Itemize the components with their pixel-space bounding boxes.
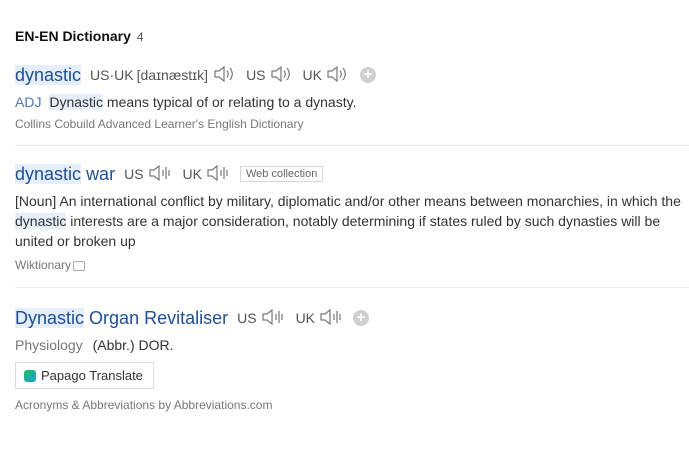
- papago-logo-icon: [24, 369, 36, 382]
- definition: ADJ Dynastic means typical of or relatin…: [15, 92, 689, 112]
- uk-label: UK: [302, 67, 322, 83]
- section-title: EN-EN Dictionary 4: [15, 28, 689, 44]
- headword-row: dynastic war US UK Web collection: [15, 162, 689, 186]
- source-abbreviations[interactable]: Acronyms & Abbreviations by Abbreviation…: [15, 398, 689, 412]
- speaker-icon[interactable]: [326, 65, 350, 86]
- section-title-text: EN-EN Dictionary: [15, 28, 131, 44]
- add-wordbook-plus-icon[interactable]: +: [353, 310, 370, 326]
- result-count: 4: [136, 30, 144, 44]
- web-collection-tag: Web collection: [239, 166, 324, 182]
- definition-word: Dynastic: [49, 94, 104, 110]
- phonetic: [daɪnæstɪk]: [136, 67, 209, 83]
- field-label: Physiology: [15, 337, 83, 353]
- pronunciation-uk: UK: [183, 164, 232, 185]
- headword-link[interactable]: dynastic: [15, 64, 82, 86]
- pronunciation-us: US: [237, 308, 286, 329]
- entry-dynastic-organ-revitaliser: Dynastic Organ Revitaliser US UK + Physi…: [15, 306, 689, 412]
- pron-both-label: US·UK: [90, 67, 134, 83]
- us-label: US: [246, 67, 266, 83]
- headword-link[interactable]: dynastic war: [15, 163, 115, 185]
- pronunciation-uk: UK: [303, 65, 350, 86]
- speaker-icon[interactable]: [261, 308, 287, 329]
- uk-label: UK: [182, 166, 202, 182]
- definition-highlight: dynastic: [15, 213, 67, 229]
- definition-text: (Abbr.) DOR.: [92, 337, 174, 353]
- speaker-icon[interactable]: [213, 65, 237, 86]
- definition: [Noun] An international conflict by mili…: [15, 191, 689, 251]
- pronunciation-us: US: [246, 65, 293, 86]
- pronunciation-both: US·UK [daɪnæstɪk]: [90, 65, 237, 86]
- dictionary-panel: EN-EN Dictionary 4 dynastic US·UK [daɪnæ…: [0, 0, 689, 412]
- speaker-icon[interactable]: [148, 164, 174, 185]
- definition-text: means typical of or relating to a dynast…: [103, 94, 357, 110]
- source-wiktionary[interactable]: Wiktionary: [15, 258, 689, 272]
- speaker-icon[interactable]: [319, 308, 345, 329]
- definition: Physiology (Abbr.) DOR.: [15, 335, 689, 355]
- entry-dynastic-war: dynastic war US UK Web collection [Noun]…: [15, 162, 689, 288]
- entry-dynastic: dynastic US·UK [daɪnæstɪk] US UK + ADJ D…: [15, 63, 689, 146]
- definition-text-post: interests are a major consideration, not…: [15, 213, 661, 249]
- headword-link[interactable]: Dynastic Organ Revitaliser: [15, 307, 228, 329]
- add-wordbook-plus-icon[interactable]: +: [359, 67, 376, 83]
- headword-row: Dynastic Organ Revitaliser US UK +: [15, 306, 689, 330]
- speaker-icon[interactable]: [206, 164, 232, 185]
- speaker-icon[interactable]: [270, 65, 294, 86]
- part-of-speech: ADJ: [15, 94, 42, 110]
- us-label: US: [237, 310, 257, 326]
- headword-row: dynastic US·UK [daɪnæstɪk] US UK +: [15, 63, 689, 87]
- pronunciation-uk: UK: [296, 308, 345, 329]
- uk-label: UK: [295, 310, 316, 326]
- papago-translate-button[interactable]: Papago Translate: [15, 362, 154, 389]
- definition-text-pre: [Noun] An international conflict by mili…: [15, 193, 681, 209]
- papago-label: Papago Translate: [41, 368, 143, 383]
- us-label: US: [124, 166, 144, 182]
- pronunciation-us: US: [124, 164, 173, 185]
- source-collins[interactable]: Collins Cobuild Advanced Learner's Engli…: [15, 117, 689, 131]
- external-link-icon: [73, 260, 86, 271]
